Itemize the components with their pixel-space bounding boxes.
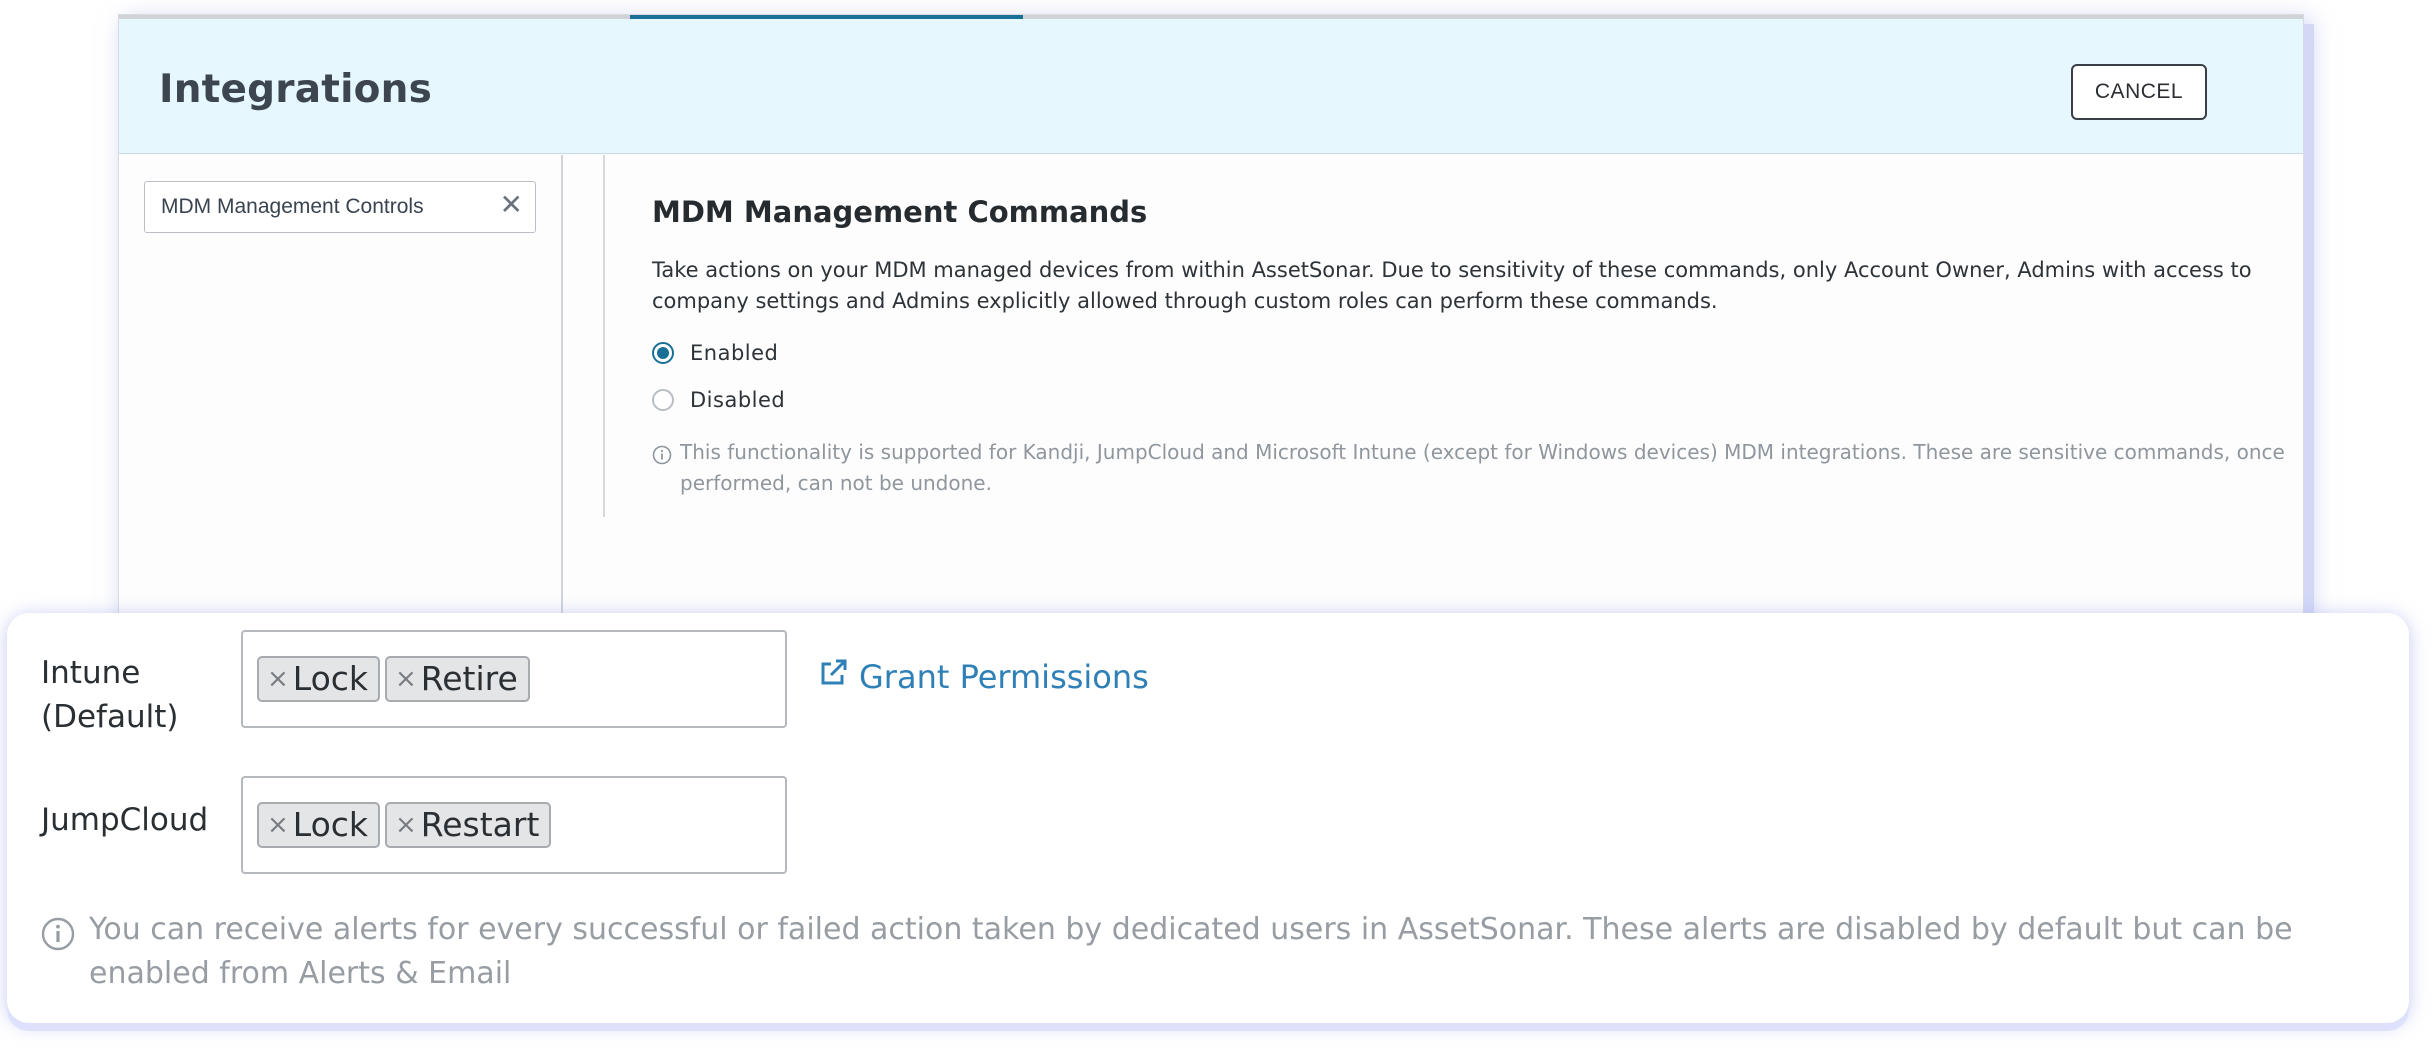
content-divider: [603, 155, 605, 517]
section-description: Take actions on your MDM managed devices…: [652, 258, 2252, 313]
jumpcloud-label: JumpCloud: [41, 802, 209, 838]
grant-permissions-link[interactable]: Grant Permissions: [817, 657, 1149, 697]
tag-lock[interactable]: × Lock: [257, 802, 381, 848]
section-title: MDM Management Commands: [652, 195, 1148, 229]
tag-label: Lock: [292, 659, 369, 698]
radio-disabled[interactable]: Disabled: [652, 388, 785, 412]
info-icon: [652, 443, 672, 474]
radio-button-checked[interactable]: [652, 342, 674, 364]
radio-button-unchecked[interactable]: [652, 389, 674, 411]
jumpcloud-commands-input[interactable]: × Lock × Restart: [241, 776, 787, 874]
info-icon: [41, 917, 75, 964]
intune-label: Intune (Default): [41, 655, 179, 735]
support-note-text: This functionality is supported for Kand…: [680, 440, 2285, 495]
remove-icon[interactable]: ×: [395, 658, 417, 700]
radio-disabled-label: Disabled: [690, 388, 786, 412]
alerts-note-text: You can receive alerts for every success…: [89, 912, 2293, 991]
filter-chip-label: MDM Management Controls: [161, 195, 424, 218]
tag-restart[interactable]: × Restart: [385, 802, 552, 848]
external-link-icon: [817, 657, 849, 697]
tag-retire[interactable]: × Retire: [385, 656, 530, 702]
radio-enabled-label: Enabled: [690, 341, 779, 365]
tag-label: Restart: [420, 805, 540, 844]
intune-commands-input[interactable]: × Lock × Retire: [241, 630, 787, 728]
remove-icon[interactable]: ×: [267, 804, 289, 846]
tag-lock[interactable]: × Lock: [257, 656, 381, 702]
tag-label: Retire: [420, 659, 518, 698]
cancel-button[interactable]: CANCEL: [2071, 64, 2207, 120]
settings-sidebar: MDM Management Controls ✕: [119, 155, 563, 685]
close-icon[interactable]: ✕: [500, 190, 523, 220]
integrations-window: Integrations CANCEL MDM Management Contr…: [118, 14, 2304, 685]
page-title: Integrations: [159, 67, 433, 112]
remove-icon[interactable]: ×: [267, 658, 289, 700]
alerts-note: You can receive alerts for every success…: [41, 908, 2391, 996]
grant-permissions-label: Grant Permissions: [859, 658, 1149, 696]
remove-icon[interactable]: ×: [395, 804, 417, 846]
support-note: This functionality is supported for Kand…: [652, 437, 2320, 499]
filter-chip[interactable]: MDM Management Controls ✕: [144, 181, 536, 233]
permissions-callout: Intune (Default) × Lock × Retire Grant P…: [7, 613, 2409, 1023]
window-header: Integrations CANCEL: [119, 19, 2303, 154]
tag-label: Lock: [292, 805, 369, 844]
radio-enabled[interactable]: Enabled: [652, 341, 778, 365]
